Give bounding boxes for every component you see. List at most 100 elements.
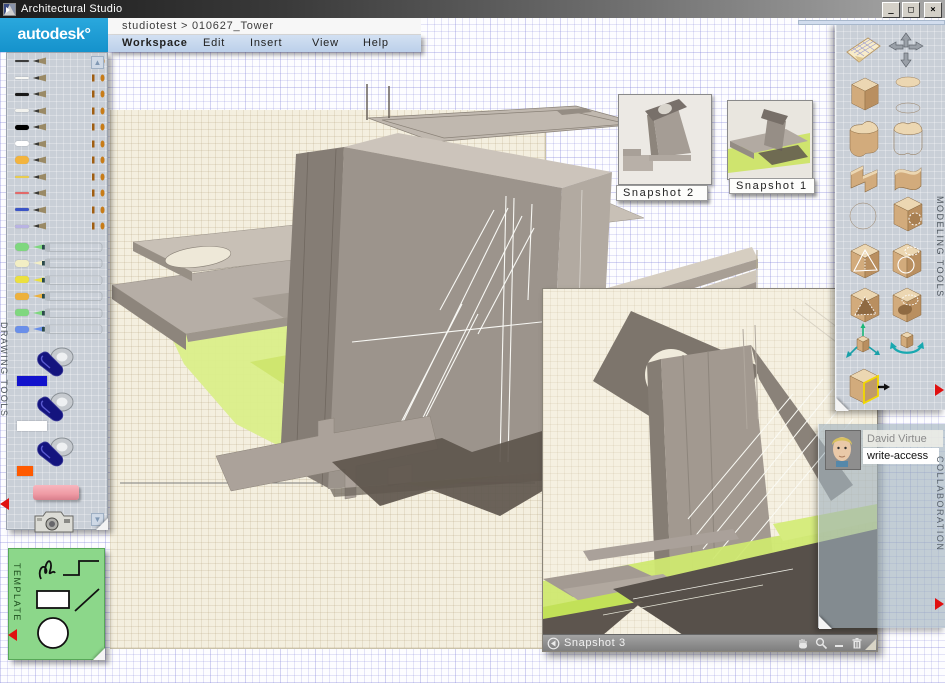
minimize-button[interactable]: _ [882,2,900,18]
circle-template[interactable] [38,618,68,648]
modeling-tools-label: MODELING TOOLS [935,196,945,372]
delete-trash-icon[interactable] [851,637,863,650]
snapshot-cycle-icon[interactable] [547,637,560,650]
pencil-color-swatch [15,77,29,79]
translate-widget-tool[interactable] [844,322,882,369]
window-title: Architectural Studio [21,3,122,15]
pencil-tool[interactable] [7,169,107,186]
pencil-icon [33,106,105,116]
pencil-color-swatch [15,60,29,62]
marker-tool[interactable] [7,255,107,272]
menu-view[interactable]: View [312,37,339,49]
collaboration-expand-arrow[interactable] [935,598,944,610]
loft-box-tool[interactable] [846,118,882,163]
marker-tool[interactable] [7,288,107,305]
ink-bottle-icon [33,345,77,379]
template-shapes [27,557,101,653]
pencil-tool[interactable] [7,185,107,202]
pushpull-widget-tool[interactable] [846,366,890,411]
pencil-tool[interactable] [7,86,107,103]
wedge-wire-box-icon [846,240,884,282]
breadcrumb-bar[interactable]: studiotest > 010627_Tower [108,18,421,35]
cylinder-cut-box-tool[interactable] [888,284,926,331]
drawing-tools-panel: ▲ ▼ [6,52,108,530]
pencil-tool[interactable] [7,202,107,219]
pencil-color-swatch [15,208,29,211]
ink-bottle-tool[interactable] [7,434,107,479]
cylinder-cut-box-icon [888,284,926,326]
maximize-button[interactable]: □ [902,2,920,18]
rotate-widget-tool[interactable] [888,326,926,367]
wall-zigzag-tool[interactable] [848,160,880,203]
app-icon [3,3,16,16]
pencil-tool[interactable] [7,103,107,120]
pencil-icon [33,188,105,198]
scribble-template[interactable] [40,561,55,579]
pencil-tool[interactable] [7,136,107,153]
wedge-wire-box-tool[interactable] [846,240,884,287]
menu-edit[interactable]: Edit [203,37,225,49]
pencil-color-swatch [15,176,29,178]
pencil-color-swatch [15,109,29,112]
cylinder-icon [892,74,924,114]
drawing-sheet-tool[interactable] [844,34,882,71]
zoom-icon[interactable] [815,637,828,650]
drawing-tools-collapse-arrow[interactable] [0,498,9,510]
wedge-cut-box-icon [846,284,884,326]
collaborator-avatar[interactable] [825,430,861,470]
marker-icon [33,323,105,335]
loft-box-icon [846,118,882,158]
menu-help[interactable]: Help [363,37,389,49]
line-template[interactable] [75,589,99,611]
ink-bottle-tool[interactable] [7,344,107,389]
polyline-template[interactable] [63,561,99,575]
box-tool[interactable] [848,74,882,119]
collaborator-name: David Virtue [863,430,943,447]
marker-tool[interactable] [7,321,107,338]
hole-box-tool[interactable] [890,194,926,239]
pencil-tool[interactable] [7,70,107,87]
loft-cylinder-tool[interactable] [890,118,926,163]
camera-tool-icon[interactable] [33,508,75,534]
pencil-icon [33,89,105,99]
marker-tool[interactable] [7,239,107,256]
snapshot-1-label[interactable]: Snapshot 1 [729,178,815,194]
sphere-tool[interactable] [848,200,878,237]
snapshot-2-label[interactable]: Snapshot 2 [616,185,708,201]
move-tool[interactable] [888,32,924,73]
modeling-panel-fold-corner [836,398,849,411]
close-button[interactable]: × [924,2,942,18]
marker-color-swatch [15,276,29,283]
pan-hand-icon[interactable] [796,637,809,650]
ink-bottle-tool[interactable] [7,389,107,434]
minimize-window-icon[interactable] [834,637,845,650]
marker-icon [33,241,105,253]
scroll-up-arrow[interactable]: ▲ [91,56,104,69]
modeling-tools-expand-arrow[interactable] [935,384,944,396]
rectangle-template[interactable] [37,591,69,608]
marker-tool[interactable] [7,305,107,322]
snapshot-1-thumbnail[interactable] [727,100,813,180]
menu-insert[interactable]: Insert [250,37,282,49]
snapshot-3-titlebar[interactable]: Snapshot 3 [543,634,877,651]
marker-icon [33,307,105,319]
snapshot-2-thumbnail[interactable] [618,94,712,185]
menu-workspace[interactable]: Workspace [122,37,188,49]
ink-color-swatch [17,421,47,431]
resize-grip[interactable] [865,639,876,650]
cylinder-tool[interactable] [892,74,924,119]
pencil-tool[interactable] [7,218,107,235]
pencil-tool[interactable] [7,119,107,136]
pencil-icon [33,155,105,165]
horizontal-scrollbar[interactable] [798,20,945,25]
marker-tool[interactable] [7,272,107,289]
window-titlebar[interactable]: Architectural Studio _ □ × [0,0,945,18]
pencil-color-swatch [15,93,29,96]
template-collapse-arrow[interactable] [8,629,17,641]
cylinder-wire-box-tool[interactable] [888,240,926,287]
breadcrumb[interactable]: studiotest > 010627_Tower [122,20,274,32]
pencil-color-swatch [15,156,29,164]
eraser-tool[interactable] [33,485,79,500]
pencil-tool[interactable] [7,152,107,169]
collaboration-label: COLLABORATION [935,456,945,604]
